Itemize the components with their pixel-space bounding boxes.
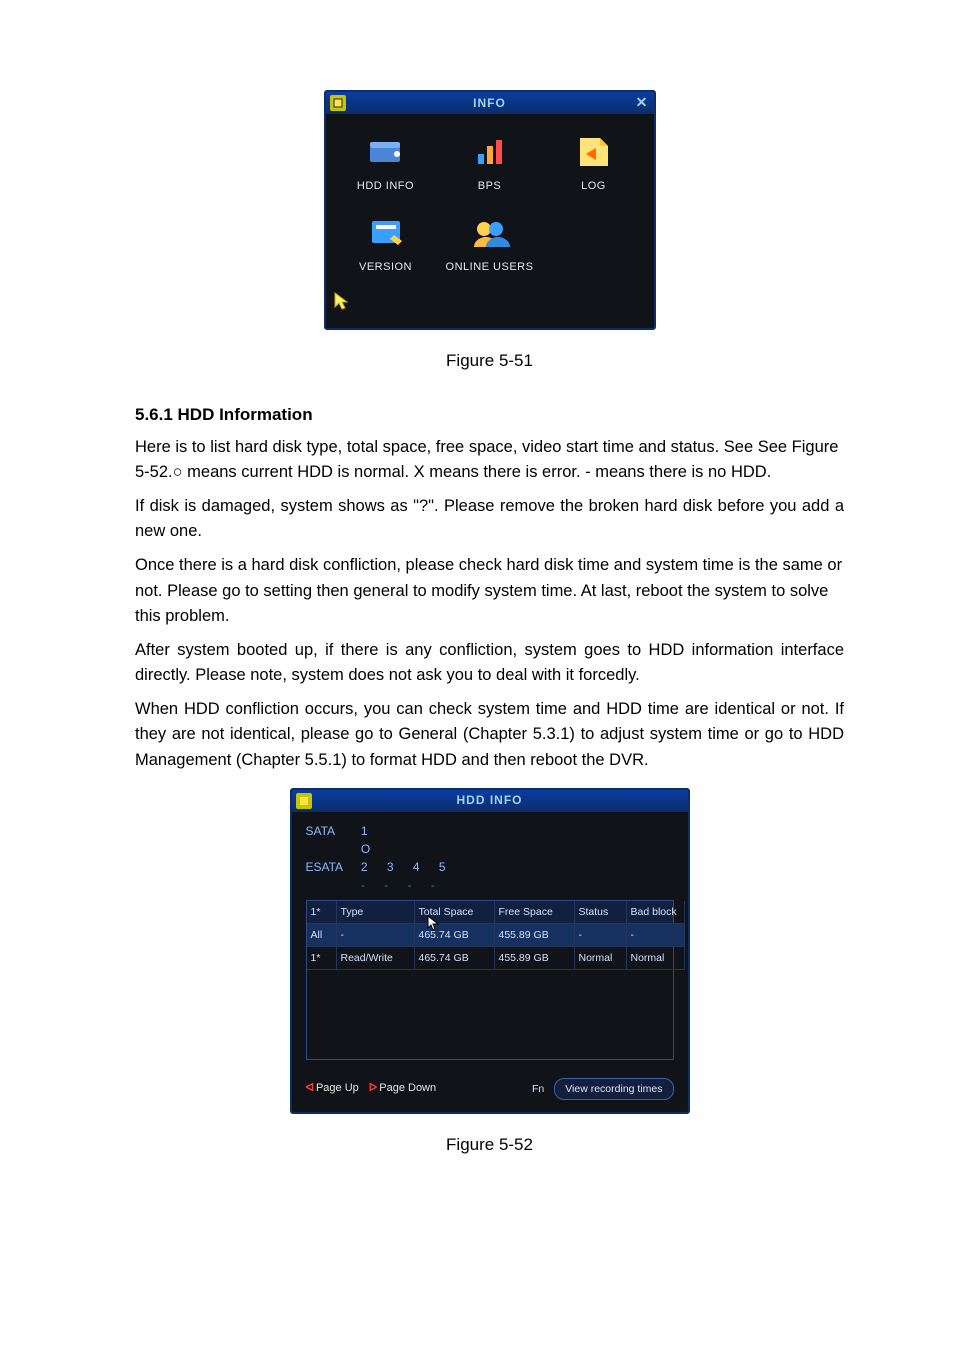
paragraph: If disk is damaged, system shows as "?".… bbox=[135, 494, 844, 545]
log-icon bbox=[572, 132, 616, 172]
cell: - bbox=[575, 924, 627, 947]
paragraph: After system booted up, if there is any … bbox=[135, 638, 844, 689]
bps-icon bbox=[468, 132, 512, 172]
menu-online-users[interactable]: ONLINE USERS bbox=[438, 209, 542, 290]
cell: 455.89 GB bbox=[495, 924, 575, 947]
hdd-icon bbox=[364, 132, 408, 172]
titlebar: HDD INFO bbox=[292, 790, 688, 812]
menu-label: VERSION bbox=[359, 259, 412, 276]
cell: - bbox=[627, 924, 685, 947]
cell: - bbox=[337, 924, 415, 947]
cell: Read/Write bbox=[337, 947, 415, 970]
paragraph: Once there is a hard disk confliction, p… bbox=[135, 553, 844, 630]
figure-caption: Figure 5-51 bbox=[446, 348, 533, 374]
menu-bps[interactable]: BPS bbox=[438, 128, 542, 209]
esata-status-row: - - - - bbox=[306, 876, 674, 894]
app-icon bbox=[330, 95, 346, 111]
paragraph: Here is to list hard disk type, total sp… bbox=[135, 435, 844, 486]
page-down-button[interactable]: ᐅPage Down bbox=[369, 1080, 436, 1097]
cell: 1* bbox=[307, 947, 337, 970]
menu-log[interactable]: LOG bbox=[542, 128, 646, 209]
app-icon bbox=[296, 793, 312, 809]
close-icon[interactable] bbox=[668, 793, 684, 809]
menu-label: HDD INFO bbox=[357, 178, 414, 195]
table-row[interactable]: All - 465.74 GB 455.89 GB - - bbox=[307, 924, 673, 947]
prev-icon: ᐊ bbox=[306, 1082, 314, 1094]
cell: Normal bbox=[575, 947, 627, 970]
menu-hdd-info[interactable]: HDD INFO bbox=[334, 128, 438, 209]
esata-label: ESATA bbox=[306, 858, 358, 876]
cursor-indicator bbox=[326, 292, 654, 328]
th-status: Status bbox=[575, 901, 627, 924]
sata-status: O bbox=[361, 842, 370, 856]
titlebar: INFO ✕ bbox=[326, 92, 654, 114]
window-title: HDD INFO bbox=[312, 791, 668, 810]
menu-label: ONLINE USERS bbox=[446, 259, 534, 276]
sata-row: SATA 1 bbox=[306, 822, 674, 840]
esata-indices: 2 3 4 5 bbox=[361, 860, 454, 874]
page-up-button[interactable]: ᐊPage Up bbox=[306, 1080, 359, 1097]
sata-label: SATA bbox=[306, 822, 358, 840]
view-recording-times-button[interactable]: View recording times bbox=[554, 1078, 673, 1100]
version-icon bbox=[364, 213, 408, 253]
cursor-icon bbox=[427, 915, 439, 931]
esata-status: - - - - bbox=[361, 878, 443, 892]
cell: All bbox=[307, 924, 337, 947]
users-icon bbox=[468, 213, 512, 253]
close-icon[interactable]: ✕ bbox=[634, 95, 650, 111]
th-type: Type bbox=[337, 901, 415, 924]
menu-label: LOG bbox=[581, 178, 606, 195]
window-title: INFO bbox=[346, 94, 634, 113]
sata-status-row: O bbox=[306, 840, 674, 858]
hdd-table: 1* Type Total Space Free Space Status Ba… bbox=[306, 900, 674, 1060]
cell: Normal bbox=[627, 947, 685, 970]
menu-label: BPS bbox=[478, 178, 502, 195]
cell: 455.89 GB bbox=[495, 947, 575, 970]
paragraph: When HDD confliction occurs, you can che… bbox=[135, 697, 844, 774]
th-bad: Bad block bbox=[627, 901, 685, 924]
section-heading: 5.6.1 HDD Information bbox=[135, 402, 844, 428]
menu-version[interactable]: VERSION bbox=[334, 209, 438, 290]
figure-caption: Figure 5-52 bbox=[446, 1132, 533, 1158]
info-window: INFO ✕ HDD INFO BPS bbox=[324, 90, 656, 330]
table-row[interactable]: 1* Read/Write 465.74 GB 455.89 GB Normal… bbox=[307, 947, 673, 970]
table-header: 1* Type Total Space Free Space Status Ba… bbox=[307, 901, 673, 924]
next-icon: ᐅ bbox=[369, 1082, 377, 1094]
th-index: 1* bbox=[307, 901, 337, 924]
sata-indices: 1 bbox=[361, 824, 378, 838]
esata-row: ESATA 2 3 4 5 bbox=[306, 858, 674, 876]
menu-empty bbox=[542, 209, 646, 290]
bottom-bar: ᐊPage Up ᐅPage Down Fn View recording ti… bbox=[292, 1068, 688, 1112]
hdd-info-window: HDD INFO SATA 1 O ESATA 2 3 4 5 bbox=[290, 788, 690, 1114]
cell: 465.74 GB bbox=[415, 947, 495, 970]
fn-label: Fn bbox=[532, 1081, 544, 1097]
th-free: Free Space bbox=[495, 901, 575, 924]
